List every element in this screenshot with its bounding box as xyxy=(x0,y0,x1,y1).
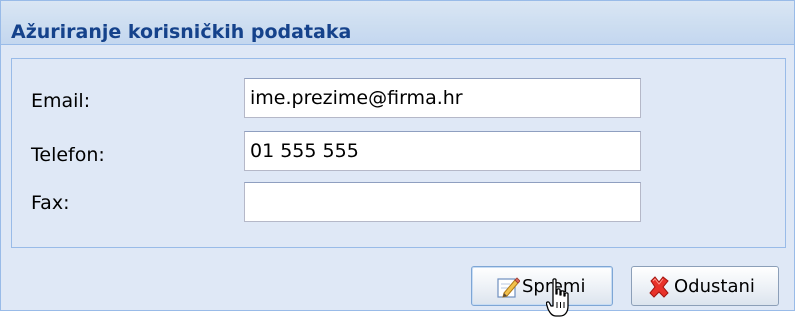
email-label: Email: xyxy=(31,90,91,112)
cancel-button-label: Odustani xyxy=(674,276,755,297)
hand-cursor-icon xyxy=(545,278,572,322)
fax-label: Fax: xyxy=(31,192,70,214)
fax-field[interactable] xyxy=(244,182,641,222)
update-user-data-dialog: Ažuriranje korisničkih podataka Email: T… xyxy=(0,0,795,311)
cancel-button[interactable]: Odustani xyxy=(631,266,779,306)
save-button[interactable]: Spremi xyxy=(471,266,613,306)
telefon-field[interactable] xyxy=(244,131,641,171)
dialog-header: Ažuriranje korisničkih podataka xyxy=(1,1,794,45)
dialog-title: Ažuriranje korisničkih podataka xyxy=(11,21,352,43)
telefon-label: Telefon: xyxy=(31,144,105,166)
email-field[interactable] xyxy=(244,78,641,118)
red-x-icon xyxy=(647,275,671,299)
edit-pencil-icon xyxy=(496,275,521,299)
